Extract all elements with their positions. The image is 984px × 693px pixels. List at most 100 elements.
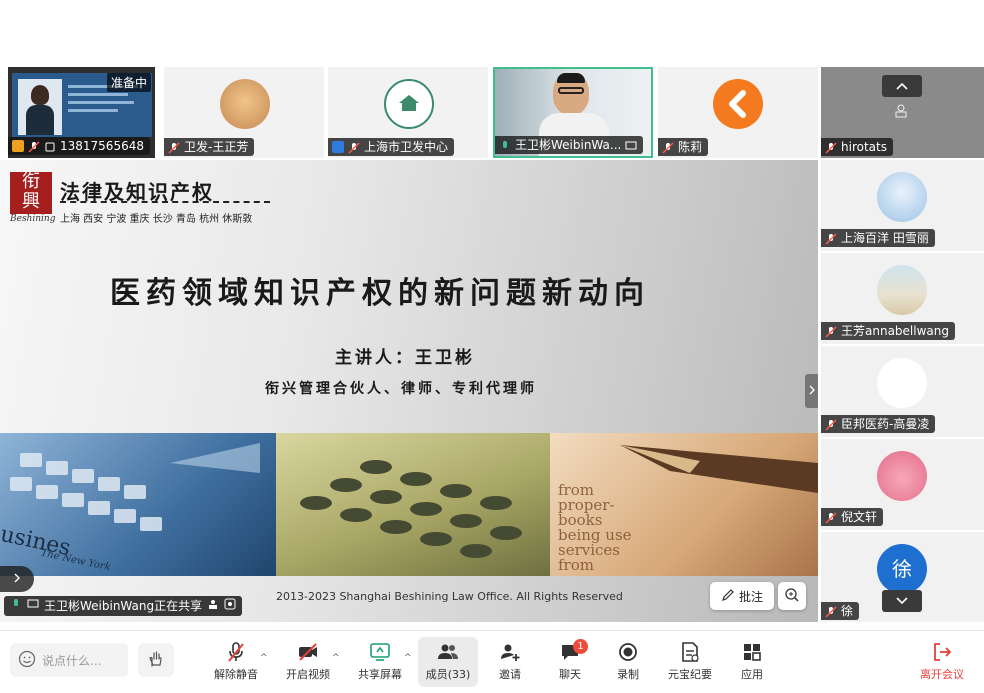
participants-label: 成员(33) (425, 668, 471, 681)
ai-minutes-button[interactable]: 元宝纪要 (660, 637, 720, 687)
pen-document-photo: from proper- books being use services fr… (550, 433, 818, 576)
participant-name-bar: 陈莉 (658, 138, 709, 156)
participant-name: 陈莉 (678, 140, 703, 154)
screen-share-icon (625, 139, 637, 151)
participant-name-bar: 13817565648 (8, 137, 150, 155)
host-icon (12, 140, 24, 152)
sidebar-participant-tianxueli[interactable]: 上海百洋 田雪丽 (821, 160, 984, 251)
members-icon (418, 641, 478, 663)
video-options-caret[interactable]: ^ (332, 653, 340, 663)
next-page-button[interactable] (805, 374, 818, 408)
mic-muted-icon (662, 141, 674, 154)
slide-footer: 2013-2023 Shanghai Beshining Law Office.… (276, 590, 623, 603)
participant-name-bar: 卫发-王正芳 (164, 138, 255, 156)
sidebar-participant-niwenxuan[interactable]: 倪文轩 (821, 439, 984, 530)
participant-tile-host-phone[interactable]: 准备中 13817565648 (8, 67, 155, 158)
zoom-in-icon (784, 587, 800, 606)
logo-script: Beshining (10, 214, 56, 224)
calculator-photo (276, 433, 550, 576)
expand-panel-button[interactable] (0, 566, 34, 592)
participant-name: 卫发-王正芳 (184, 140, 249, 154)
leave-icon (912, 641, 972, 663)
participant-name: hirotats (841, 140, 887, 154)
speaker-title: 衔兴管理合伙人、律师、专利代理师 (265, 381, 537, 397)
camera-off-icon (278, 641, 338, 663)
participants-button[interactable]: 成员(33) (418, 637, 478, 687)
beach-avatar (877, 265, 927, 315)
participant-name: 倪文轩 (841, 510, 878, 524)
unmute-button[interactable]: 解除静音 (206, 637, 266, 687)
leave-meeting-button[interactable]: 离开会议 (912, 637, 972, 687)
person-photo (18, 79, 62, 135)
invite-button[interactable]: 邀请 (480, 637, 540, 687)
participant-tile-hirotats[interactable]: hirotats (821, 67, 984, 158)
leave-label: 离开会议 (920, 668, 964, 681)
annotate-label: 批注 (738, 589, 763, 604)
record-button[interactable]: 录制 (598, 637, 658, 687)
sharing-status-text: 王卫彬WeibinWang正在共享 (44, 599, 203, 613)
participant-name-bar: 王芳annabellwang (821, 322, 955, 340)
scroll-down-button[interactable] (882, 590, 922, 612)
sidebar-participant-xu[interactable]: 徐 徐 (821, 532, 984, 622)
mic-muted-icon (825, 232, 837, 245)
chat-unread-badge: 1 (573, 639, 588, 654)
mic-muted-icon (28, 140, 40, 153)
mic-muted-icon (825, 418, 837, 431)
participant-name: 上海百洋 田雪丽 (841, 231, 929, 245)
mic-active-icon (10, 596, 22, 616)
text-avatar: 徐 (877, 544, 927, 594)
participant-tile-chenli[interactable]: 陈莉 (658, 67, 818, 158)
record-label: 录制 (617, 668, 639, 681)
main-title: 医药领域知识产权的新问题新动向 (110, 276, 650, 311)
chat-button[interactable]: 聊天 1 (540, 637, 600, 687)
participant-tile-wangzhengfang[interactable]: 卫发-王正芳 (164, 67, 324, 158)
participant-name: 臣邦医药-高曼凌 (841, 417, 930, 431)
zoom-button[interactable] (778, 582, 806, 610)
participant-name: 徐 (841, 604, 854, 618)
user-icon (332, 141, 344, 153)
chevron-right-icon (808, 384, 816, 398)
pen-icon (721, 588, 735, 605)
participant-tile-shanghai-center[interactable]: 上海市卫发中心 (328, 67, 488, 158)
share-screen-button[interactable]: 共享屏幕 (350, 637, 410, 687)
chat-placeholder: 说点什么... (42, 653, 102, 668)
preparing-badge: 准备中 (106, 73, 151, 92)
firm-logo: 衔 興 (10, 172, 52, 214)
mic-muted-icon (825, 325, 837, 338)
share-options-caret[interactable]: ^ (404, 653, 412, 663)
start-video-button[interactable]: 开启视频 (278, 637, 338, 687)
blank-avatar (877, 358, 927, 408)
participant-name: 上海市卫发中心 (364, 140, 449, 154)
office-cities: 上海 西安 宁波 重庆 长沙 青岛 杭州 休斯敦 (60, 214, 253, 225)
chat-input[interactable]: 说点什么... (10, 643, 128, 677)
chat-icon (540, 641, 600, 663)
share-screen-icon (350, 641, 410, 663)
participant-name-bar: hirotats (821, 138, 893, 156)
apps-button[interactable]: 应用 (722, 637, 782, 687)
mic-muted-icon (825, 141, 837, 154)
avatar-placeholder-icon (893, 103, 909, 119)
participant-name: 王芳annabellwang (841, 324, 949, 338)
sidebar-participant-gaomanling[interactable]: 臣邦医药-高曼凌 (821, 346, 984, 437)
mic-active-icon (499, 139, 511, 151)
bear-avatar (877, 451, 927, 501)
sharing-status-bar: 王卫彬WeibinWang正在共享 (4, 596, 243, 616)
scroll-up-button[interactable] (882, 75, 922, 97)
participant-tile-speaker[interactable]: 王卫彬WeibinWa... (493, 67, 653, 158)
phone-icon (44, 140, 56, 152)
sidebar-participant-wangfang[interactable]: 王芳annabellwang (821, 253, 984, 344)
title-divider (60, 201, 270, 203)
record-icon (598, 641, 658, 663)
apps-label: 应用 (741, 668, 763, 681)
start-video-label: 开启视频 (286, 668, 330, 681)
participant-name: 13817565648 (60, 139, 144, 153)
annotate-button[interactable]: 批注 (710, 582, 774, 610)
ai-minutes-label: 元宝纪要 (668, 668, 712, 681)
org-logo-avatar (384, 79, 434, 129)
cat-avatar (220, 79, 270, 129)
orange-avatar (713, 79, 763, 129)
mic-muted-icon (825, 605, 837, 618)
raise-hand-button[interactable] (138, 643, 174, 677)
logo-char-top: 衔 (22, 171, 40, 192)
audio-options-caret[interactable]: ^ (260, 653, 268, 663)
